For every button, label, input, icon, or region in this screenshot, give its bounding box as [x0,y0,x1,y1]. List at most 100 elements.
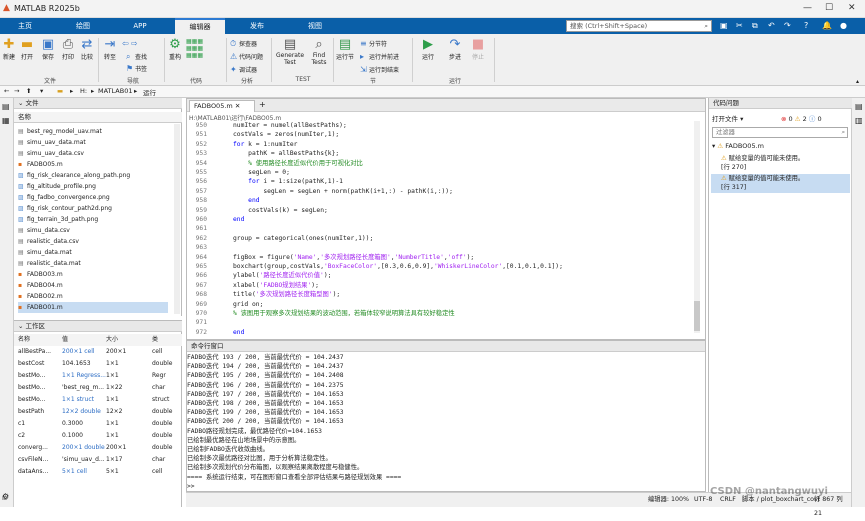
file-item[interactable]: ▨ fig_fadbo_convergence.png [18,192,110,203]
generate-test-button[interactable]: ▤ Generate Test [274,38,306,67]
undo-icon[interactable]: ↶ [768,21,775,30]
workspace-row[interactable]: c2 0.1000 1×1 double [14,430,182,442]
editor-scrollbar[interactable] [694,121,700,333]
print-button[interactable]: ⎙ 打印 [60,38,76,62]
file-item[interactable]: ▪ FADBO03.m [18,269,63,280]
profiler-button[interactable]: ⏱ 探查器 [230,39,257,49]
tab-apps[interactable]: APP [115,18,165,34]
line-number[interactable]: 972 [187,328,207,338]
copy-icon[interactable]: ⧉ [752,21,758,31]
filter-input[interactable]: 过滤器 ⌕ [712,127,848,138]
file-item[interactable]: ▤ simu_uav_data.csv [18,148,84,159]
file-item[interactable]: ▤ simu_data.mat [18,247,72,258]
save-button[interactable]: ▣ 保存 [40,38,56,62]
debugger-button[interactable]: ✦ 调试器 [230,65,257,74]
browse-icon[interactable]: ▾ [40,87,43,95]
file-item[interactable]: ▤ realistic_data.mat [18,258,81,269]
code-issues-button[interactable]: ⚠ 代码问题 [230,52,263,61]
code-area[interactable]: 950 numIter = numel(allBestPaths); 951 cost… [187,121,687,341]
refactor-button[interactable]: ⚙ 重构 [166,38,184,62]
compare-button[interactable]: ⇄ 比较 [79,38,95,62]
run-section-button[interactable]: ▤ 运行节 [334,38,356,62]
file-item[interactable]: ▤ simu_data.csv [18,225,70,236]
workspace-row[interactable]: allBestPa... 200×1 cell 200×1 cell [14,346,182,358]
workspace-row[interactable]: bestMo... 1×1 Regress... 1×1 Regr [14,370,182,382]
file-item[interactable]: ▪ FADBO05.m [18,159,63,170]
up-folder-icon[interactable]: ⬆ [26,87,31,95]
workspace-row[interactable]: bestCost 104.1653 1×1 double [14,358,182,370]
file-item[interactable]: ▪ FADBO02.m [18,291,63,302]
file-item[interactable]: ▤ realistic_data.csv [18,236,79,247]
open-files-dropdown[interactable]: 打开文件 ▾ [712,113,743,123]
run-to-end-button[interactable]: ⇲ 运行到结束 [360,65,399,74]
bookmark-button[interactable]: ⚑ 书签 [126,64,147,73]
tab-editor[interactable]: 编辑器 [175,18,225,34]
command-output[interactable]: FADBO迭代 193 / 200, 当前最优代价 = 104.2437 FADB… [187,353,697,491]
step-button[interactable]: ↷ 步进 [445,38,465,62]
goto-button[interactable]: ⇥ 转至 [101,38,119,62]
workspace-row[interactable]: converg... 200×1 double 200×1 double [14,442,182,454]
workspace-row[interactable]: dataAns... 5×1 cell 5×1 cell [14,466,182,478]
zoom-status[interactable]: 编辑器: 100% [648,493,689,507]
code-line[interactable]: 972 end [187,328,687,338]
back-icon[interactable]: ← [4,87,9,95]
tab-view[interactable]: 视图 [290,18,340,34]
redo-icon[interactable]: ↷ [784,21,791,30]
user-icon[interactable]: ● [840,21,847,30]
run-button[interactable]: ▶ 运行 [418,38,438,62]
search-input[interactable]: 搜索 (Ctrl+Shift+Space) ⌕ [566,20,712,32]
editor-tab[interactable]: FADBO05.m ✕ [189,100,255,112]
help-icon[interactable]: ? [804,21,808,30]
property-panel-icon[interactable]: ▥ [855,116,863,125]
find-button[interactable]: ⌕ 查找 [126,52,147,62]
files-panel-icon[interactable]: ▤ [2,102,10,111]
editor-scroll-thumb[interactable] [694,301,700,331]
tab-plots[interactable]: 绘图 [58,18,108,34]
collapse-ribbon-icon[interactable]: ▴ [856,78,859,85]
file-item[interactable]: ▨ fig_risk_contour_path2d.png [18,203,112,214]
workspace-row[interactable]: c1 0.3000 1×1 double [14,418,182,430]
history-icon[interactable]: ⊞ [2,495,7,502]
workspace-row[interactable]: bestMo... 'best_reg_m... 1×22 char [14,382,182,394]
file-item[interactable]: ▨ fig_terrain_3d_path.png [18,214,98,225]
maximize-icon[interactable]: ☐ [825,3,833,13]
file-item[interactable]: ▪ FADBO01.m [18,302,168,313]
workspace-row[interactable]: csvFileN... 'simu_uav_d... 1×17 char [14,454,182,466]
path-folder2[interactable]: 运行 [143,87,156,97]
workspace-row[interactable]: bestMo... 1×1 struct 1×1 struct [14,394,182,406]
file-item[interactable]: ▪ FADBO04.m [18,280,63,291]
open-button[interactable]: ▬ 打开 [19,38,35,62]
save-quick-icon[interactable]: ▣ [720,21,728,30]
command-prompt[interactable]: >> [187,482,195,491]
workspace-panel-icon[interactable]: ▦ [2,116,10,125]
run-advance-button[interactable]: ▸ 运行并前进 [360,52,399,61]
file-item[interactable]: ▤ best_reg_model_uav.mat [18,126,102,137]
nav-back-button[interactable]: ⇦ ⇨ [122,39,140,48]
file-item[interactable]: ▤ simu_uav_data.mat [18,137,86,148]
address-bar[interactable]: ← → ⬆ ▾ ▬ ▸ H: ▸ MATLAB01 ▸ 运行 [0,86,865,98]
path-drive[interactable]: H: [80,87,87,95]
stop-button[interactable]: ■ 停止 [468,38,488,62]
new-tab-icon[interactable]: + [259,100,266,109]
issue-file-row[interactable]: ▾ ⚠ FADBO05.m [712,142,764,150]
find-tests-button[interactable]: ⌕ Find Tests [308,38,330,67]
code-tools-grid[interactable]: ▦▦▦ ▦▦▦ ▦▦▦ [186,38,203,59]
notification-icon[interactable]: 🔔 [822,21,832,30]
minimize-icon[interactable]: — [803,3,812,13]
cut-icon[interactable]: ✂ [736,21,743,30]
forward-icon[interactable]: → [14,87,19,95]
workspace-col-header[interactable]: 名称 值 大小 类 [14,334,182,346]
file-item[interactable]: ▨ fig_altitude_profile.png [18,181,96,192]
file-item[interactable]: ▨ fig_risk_clearance_along_path.png [18,170,130,181]
tab-publish[interactable]: 发布 [232,18,282,34]
code-issues-panel-icon[interactable]: ▤ [855,102,863,111]
issue-item[interactable]: ⚠ 赋给变量的值可能未使用。 [行 270] [711,154,850,173]
new-button[interactable]: ✚ 新建 [1,38,17,62]
close-tab-icon[interactable]: ✕ [235,102,240,110]
path-folder1[interactable]: MATLAB01 [98,87,132,95]
section-break-button[interactable]: ≡ 分节符 [360,39,387,48]
close-icon[interactable]: ✕ [848,3,856,13]
files-scrollbar[interactable] [174,124,180,314]
files-col-header[interactable]: 名称 [14,112,182,123]
tab-home[interactable]: 主页 [0,18,50,34]
